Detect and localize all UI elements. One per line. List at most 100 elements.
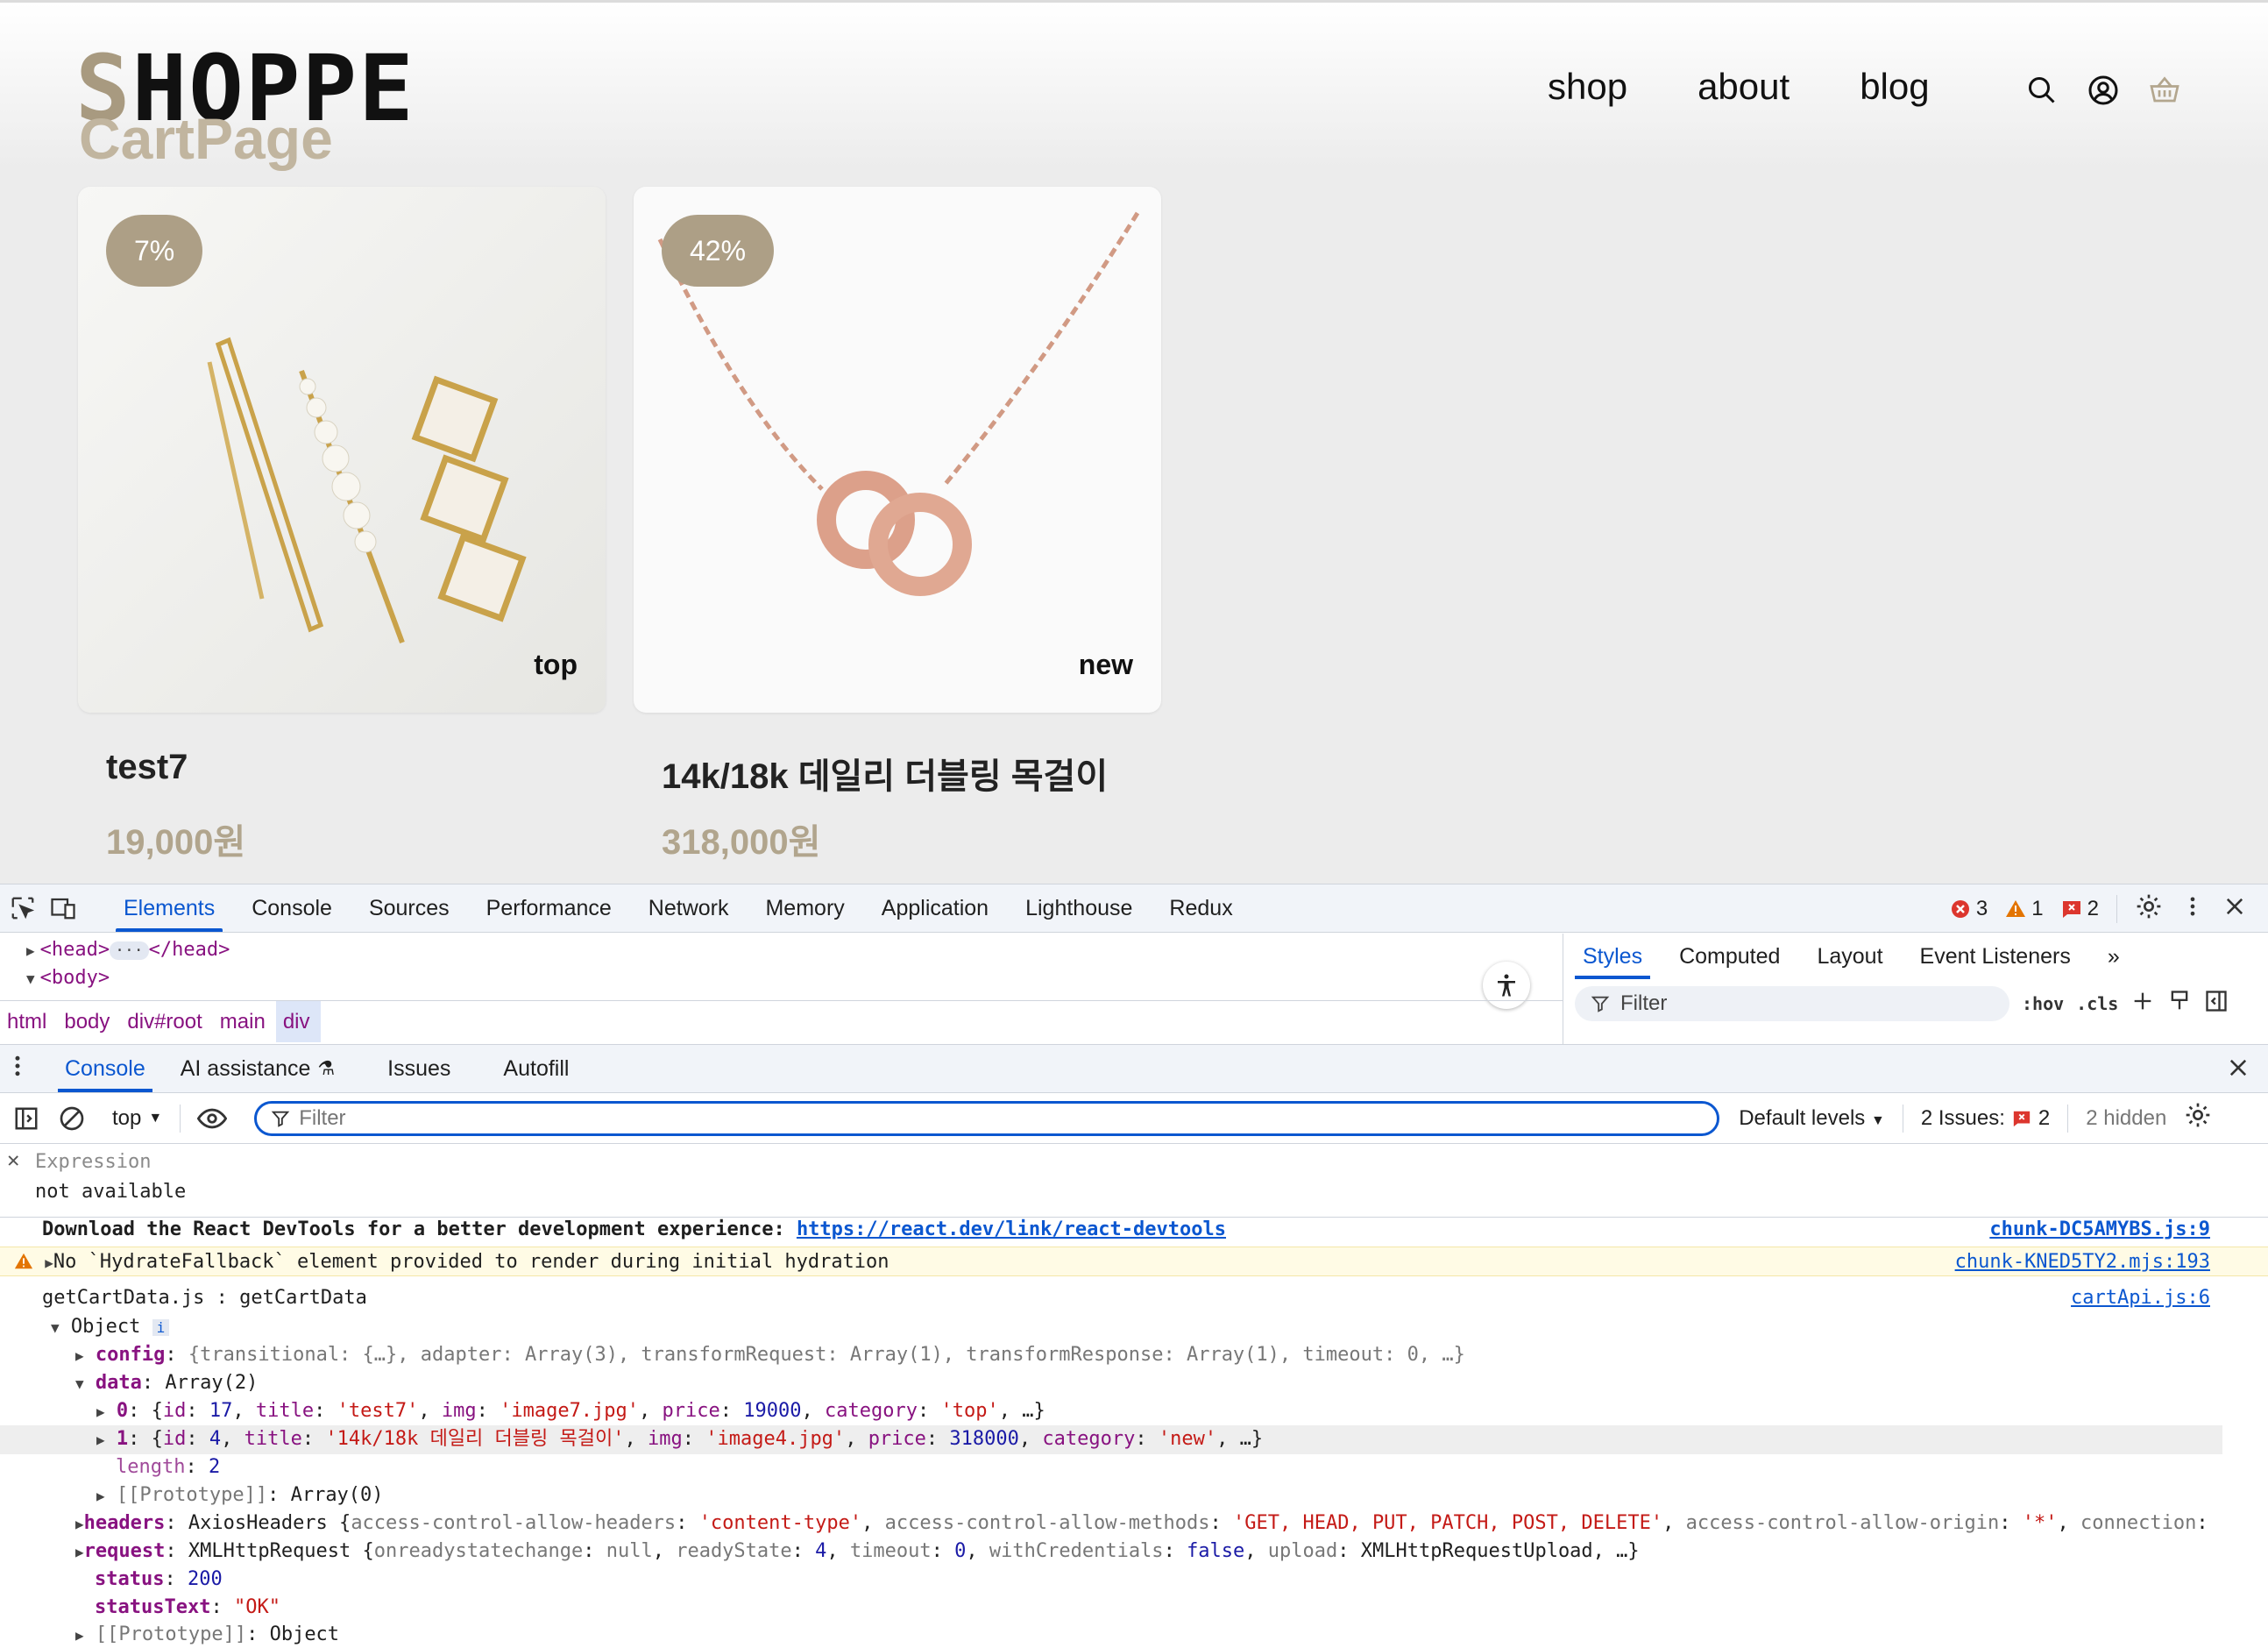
cls-button[interactable]: .cls	[2076, 993, 2118, 1014]
tab-elements[interactable]: Elements	[105, 884, 233, 932]
product-price: 19,000원	[106, 823, 246, 862]
expression-value: not available	[35, 1181, 187, 1203]
info-icon[interactable]: i	[152, 1319, 170, 1336]
tab-event-listeners[interactable]: Event Listeners	[1902, 934, 2089, 979]
drawer-tab-console[interactable]: Console	[47, 1045, 163, 1092]
object-prop-config[interactable]: ▶ config: {transitional: {…}, adapter: A…	[0, 1341, 2268, 1370]
drawer-tabbar: Console AI assistance ⚗ Issues Autofill	[0, 1044, 2268, 1093]
object-prop-request[interactable]: ▶request: XMLHttpRequest {onreadystatech…	[0, 1538, 2268, 1566]
add-rule-icon[interactable]	[2130, 989, 2155, 1019]
issues-button[interactable]: 2 Issues: 2	[1921, 1106, 2050, 1131]
settings-gear-icon[interactable]	[2135, 892, 2163, 927]
context-selector[interactable]: top ▼	[112, 1106, 162, 1131]
product-card[interactable]: 42% new	[634, 187, 1161, 713]
drawer-tab-issues[interactable]: Issues	[370, 1045, 468, 1092]
product-tag: new	[1078, 649, 1133, 680]
tab-console[interactable]: Console	[233, 884, 351, 932]
devtools-link[interactable]: https://react.dev/link/react-devtools	[797, 1218, 1226, 1240]
page-subtitle: CartPage	[79, 106, 333, 171]
breadcrumb-div[interactable]: div	[275, 1001, 321, 1042]
close-drawer-icon[interactable]	[2226, 1055, 2250, 1086]
devtools-tabs: Elements Console Sources Performance Net…	[105, 884, 1251, 932]
tab-styles[interactable]: Styles	[1564, 934, 1661, 979]
dom-node-head[interactable]: ▶ <head> ··· </head>	[26, 939, 230, 961]
tab-application[interactable]: Application	[863, 884, 1007, 932]
expand-toggle[interactable]: ▼	[51, 1319, 60, 1336]
more-tabs-chevron-icon[interactable]: »	[2089, 934, 2138, 979]
console-message: Download the React DevTools for a better…	[42, 1218, 2210, 1241]
drawer-tab-ai-assistance[interactable]: AI assistance ⚗	[163, 1045, 352, 1092]
ellipsis-icon: ···	[110, 941, 149, 960]
tab-lighthouse[interactable]: Lighthouse	[1007, 884, 1151, 932]
nav-blog[interactable]: blog	[1860, 66, 1929, 108]
user-icon[interactable]	[2086, 73, 2121, 108]
live-expression-eye-icon[interactable]	[193, 1099, 231, 1138]
product-card[interactable]: 7% top	[78, 187, 606, 713]
object-prop-status: status: 200	[95, 1568, 223, 1590]
breadcrumb-html[interactable]: html	[0, 1001, 57, 1042]
close-devtools-icon[interactable]	[2222, 894, 2247, 925]
console-message: getCartData.js : getCartData cartApi.js:6	[0, 1285, 2268, 1311]
hov-button[interactable]: :hov	[2022, 993, 2064, 1014]
expression-label[interactable]: Expression	[35, 1151, 151, 1173]
nav-about[interactable]: about	[1697, 66, 1790, 108]
devtools-panel: Elements Console Sources Performance Net…	[0, 884, 2268, 1648]
tab-sources[interactable]: Sources	[351, 884, 468, 932]
search-icon[interactable]	[2024, 73, 2059, 108]
device-toolbar-icon[interactable]	[46, 891, 81, 926]
product-title[interactable]: 14k/18k 데일리 더블링 목걸이	[662, 748, 1108, 799]
object-prop-item-0[interactable]: ▶ 0: {id: 17, title: 'test7', img: 'imag…	[0, 1397, 2268, 1426]
source-link[interactable]: cartApi.js:6	[2071, 1285, 2210, 1311]
divider	[180, 1104, 181, 1133]
source-link[interactable]: chunk-DC5AMYBS.js:9	[1989, 1218, 2210, 1241]
error-icon	[1951, 900, 1969, 918]
breadcrumb-body[interactable]: body	[57, 1001, 120, 1042]
object-prop-length: length: 2	[116, 1456, 221, 1478]
warning-icon	[2006, 900, 2026, 917]
sidebar-toggle-icon[interactable]	[7, 1099, 46, 1138]
more-menu-icon[interactable]	[2180, 892, 2205, 927]
warning-count[interactable]: 1	[2005, 897, 2044, 921]
product-title[interactable]: test7	[106, 748, 188, 787]
tab-redux[interactable]: Redux	[1151, 884, 1251, 932]
issue-count[interactable]: 2	[2061, 897, 2099, 921]
object-prop-prototype[interactable]: ▶ [[Prototype]]: Array(0)	[0, 1481, 2268, 1510]
cart-icon[interactable]	[2147, 73, 2182, 108]
breadcrumb-root[interactable]: div#root	[120, 1001, 212, 1042]
dom-node-body[interactable]: ▼ <body>	[26, 967, 110, 989]
source-link[interactable]: chunk-KNED5TY2.mjs:193	[1955, 1247, 2210, 1277]
styles-toolbar: Filter :hov .cls	[1564, 979, 2268, 1028]
filter-icon	[1591, 996, 1610, 1012]
nav-icons	[2024, 73, 2182, 108]
object-prop-status-text: statusText: "OK"	[95, 1596, 280, 1618]
toggle-sidebar-icon[interactable]	[2204, 989, 2229, 1019]
tab-computed[interactable]: Computed	[1661, 934, 1798, 979]
inspect-element-icon[interactable]	[5, 891, 40, 926]
tab-network[interactable]: Network	[630, 884, 748, 932]
object-prop-item-1[interactable]: ▶ 1: {id: 4, title: '14k/18k 데일리 더블링 목걸이…	[0, 1425, 2222, 1454]
console-filter-field[interactable]	[299, 1105, 1601, 1131]
nav-shop[interactable]: shop	[1548, 66, 1627, 108]
error-count[interactable]: 3	[1950, 897, 1988, 921]
styles-pane: Styles Computed Layout Event Listeners »…	[1564, 934, 2268, 1044]
object-prop-prototype[interactable]: ▶ [[Prototype]]: Object	[0, 1622, 2268, 1648]
breadcrumb-main[interactable]: main	[213, 1001, 276, 1042]
console-settings-gear-icon[interactable]	[2184, 1101, 2212, 1135]
console-filter-input[interactable]	[254, 1100, 1720, 1136]
clear-console-icon[interactable]	[53, 1099, 91, 1138]
tab-layout[interactable]: Layout	[1798, 934, 1901, 979]
log-levels-dropdown[interactable]: Default levels ▼	[1739, 1106, 1885, 1131]
tab-memory[interactable]: Memory	[747, 884, 862, 932]
paint-brush-icon[interactable]	[2167, 989, 2192, 1019]
object-prop-headers[interactable]: ▶headers: AxiosHeaders {access-control-a…	[0, 1509, 2226, 1538]
styles-filter-input[interactable]: Filter	[1575, 986, 2009, 1021]
discount-badge: 7%	[106, 215, 203, 287]
console-toolbar-right: Default levels ▼ 2 Issues: 2 2 hidden	[1739, 1101, 2212, 1135]
tab-performance[interactable]: Performance	[468, 884, 630, 932]
object-prop-data[interactable]: ▼ data: Array(2)	[0, 1369, 2268, 1398]
remove-expression-icon[interactable]: ✕	[7, 1147, 19, 1172]
console-warning: ▶No `HydrateFallback` element provided t…	[0, 1247, 2268, 1276]
elements-tree: ▶ <head> ··· </head> ▼ <body> html body div#…	[0, 934, 1563, 1044]
drawer-tab-autofill[interactable]: Autofill	[485, 1045, 586, 1092]
drawer-menu-icon[interactable]	[12, 1053, 23, 1085]
